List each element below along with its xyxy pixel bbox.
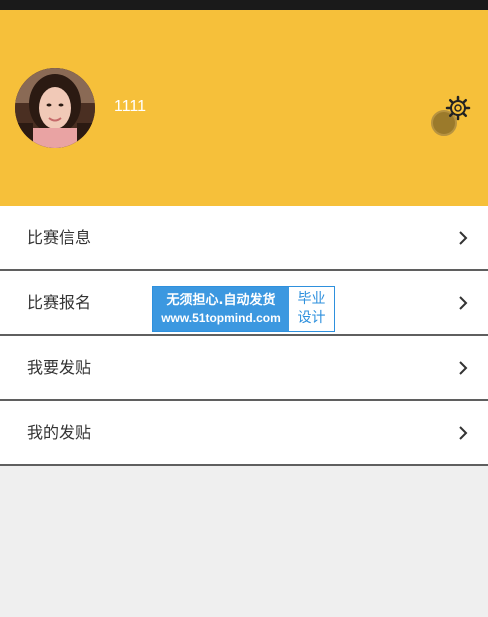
menu-item-label: 我要发贴 [27,358,92,377]
chevron-right-icon [459,231,468,245]
menu-list: 比赛信息 比赛报名 我要发贴 我的发贴 [0,206,488,466]
gear-icon [431,95,471,136]
watermark-slogan: 无须担心.自动发货 [166,293,276,308]
watermark-left: 无须担心.自动发货 www.51topmind.com [153,287,289,331]
watermark-url: www.51topmind.com [161,311,281,325]
menu-item-competition-info[interactable]: 比赛信息 [0,206,488,271]
menu-item-label: 比赛报名 [27,293,92,312]
chevron-right-icon [459,361,468,375]
avatar-image [15,68,95,148]
menu-item-label: 比赛信息 [27,228,92,247]
watermark-right-bottom: 设计 [297,310,326,326]
username: 1111 [114,98,147,115]
watermark-right-top: 毕业 [297,291,326,307]
settings-button[interactable] [428,95,472,139]
avatar[interactable] [15,68,95,148]
menu-item-label: 我的发贴 [27,423,92,442]
watermark-right: 毕业 设计 [289,287,334,331]
chevron-right-icon [459,296,468,310]
chevron-right-icon [459,426,468,440]
watermark-banner: 无须担心.自动发货 www.51topmind.com 毕业 设计 [152,286,335,332]
menu-item-my-posts[interactable]: 我的发贴 [0,401,488,466]
status-bar [0,0,488,10]
menu-item-new-post[interactable]: 我要发贴 [0,336,488,401]
profile-header: 1111 [0,10,488,206]
